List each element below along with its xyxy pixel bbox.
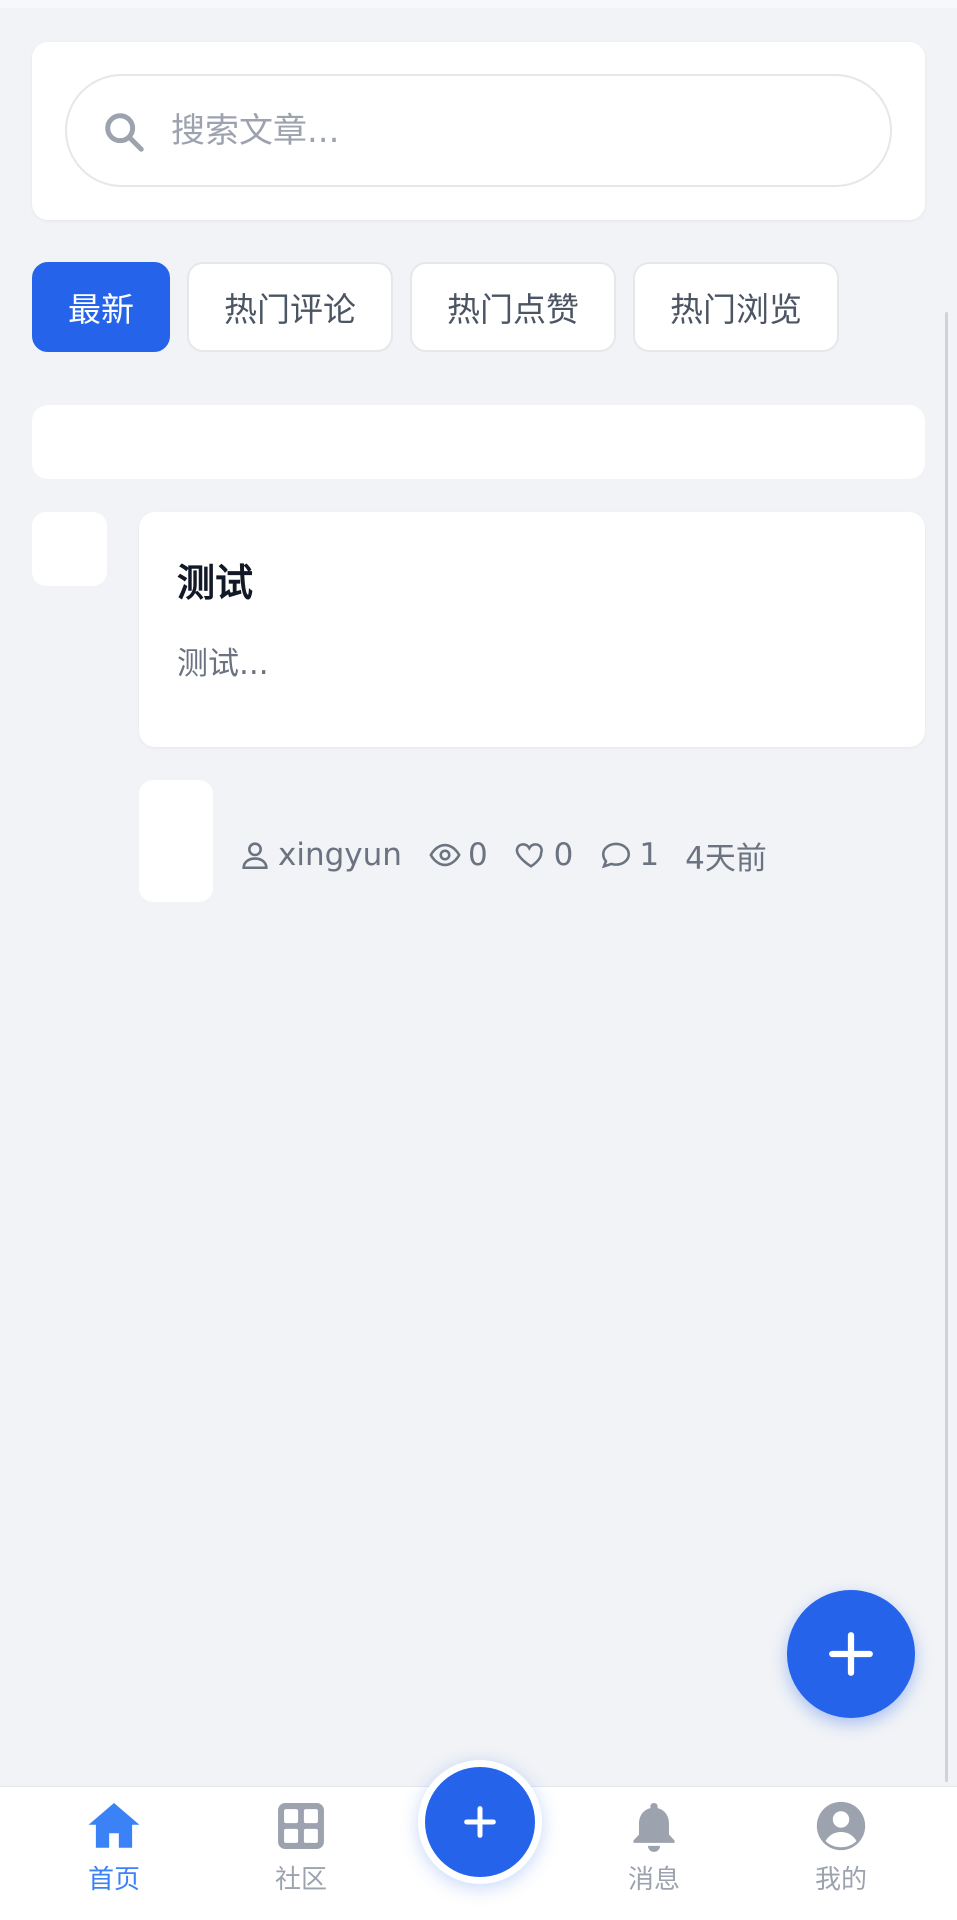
article-excerpt: 测试... [177, 646, 269, 682]
comments-meta[interactable]: 1 [599, 837, 659, 873]
bell-icon [633, 1803, 675, 1852]
home-icon [88, 1803, 140, 1848]
views-count: 0 [467, 837, 488, 873]
eye-icon [429, 843, 461, 867]
nav-label-home: 首页 [87, 1865, 140, 1895]
likes-meta[interactable]: 0 [514, 837, 574, 873]
comment-icon [602, 842, 631, 869]
comments-count: 1 [639, 837, 660, 873]
tab-hot-views[interactable]: 热门浏览 [633, 262, 839, 352]
grid-icon [278, 1803, 324, 1849]
nav-item-community[interactable]: 社区 [241, 1797, 361, 1907]
user-icon [242, 842, 268, 870]
app-page: 最新 热门评论 热门点赞 热门浏览 测试 测试... xingyun 0 [0, 0, 957, 1920]
author-meta[interactable]: xingyun [238, 837, 402, 873]
tab-hot-comments[interactable]: 热门评论 [187, 262, 393, 352]
article-card[interactable]: 测试 测试... [139, 512, 925, 747]
nav-center-inner [425, 1767, 535, 1877]
filter-bar [32, 405, 925, 479]
user-circle-icon [816, 1801, 866, 1851]
create-post-fab[interactable] [787, 1590, 915, 1718]
nav-item-profile[interactable]: 我的 [781, 1797, 901, 1907]
nav-label-community: 社区 [274, 1865, 327, 1895]
plus-icon [464, 1806, 496, 1838]
scrollbar[interactable] [945, 312, 948, 1782]
nav-label-messages: 消息 [627, 1865, 680, 1895]
search-input[interactable] [171, 96, 851, 166]
nav-item-messages[interactable]: 消息 [594, 1797, 714, 1907]
tab-latest[interactable]: 最新 [32, 262, 170, 352]
views-meta: 0 [428, 837, 488, 873]
nav-label-profile: 我的 [814, 1865, 867, 1895]
nav-item-home[interactable]: 首页 [54, 1797, 174, 1907]
avatar[interactable] [139, 780, 213, 902]
article-meta: xingyun 0 0 1 4天前 [238, 830, 767, 880]
search-card [32, 42, 925, 220]
article-side-thumb [32, 512, 107, 586]
post-time: 4天前 [685, 840, 767, 877]
search-box[interactable] [65, 74, 892, 187]
status-strip [0, 0, 957, 8]
search-icon [105, 113, 144, 152]
plus-icon [829, 1632, 873, 1676]
tab-hot-likes[interactable]: 热门点赞 [410, 262, 616, 352]
heart-icon [515, 843, 543, 868]
likes-count: 0 [553, 837, 574, 873]
author-name[interactable]: xingyun [278, 837, 402, 873]
article-title[interactable]: 测试 [177, 552, 253, 607]
nav-center-create-button[interactable] [418, 1760, 542, 1884]
